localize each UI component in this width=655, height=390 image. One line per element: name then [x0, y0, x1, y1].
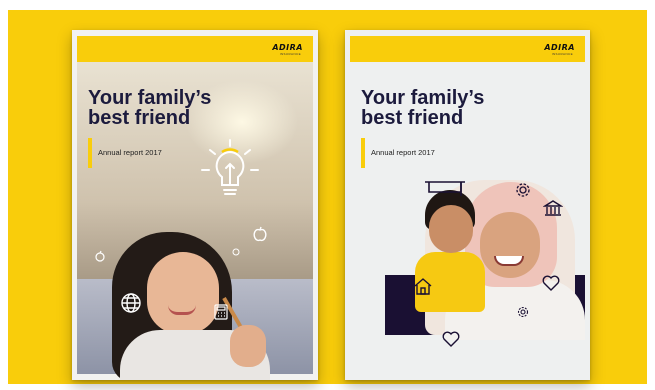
- small-apple-icon: [95, 250, 105, 262]
- cover-top-bar: ADIRA INSURANCE: [350, 36, 585, 62]
- cover-title-line-1: Your family’s: [361, 87, 485, 109]
- cover-title-line-2: best friend: [88, 107, 191, 129]
- adira-logo-sub: INSURANCE: [279, 52, 301, 56]
- cover-title-line-1: Your family’s: [88, 87, 212, 109]
- cover-title: Your family’s best friend: [88, 88, 211, 128]
- apple-icon: [253, 226, 267, 242]
- girl-face: [147, 252, 219, 334]
- heart-icon: [542, 275, 560, 291]
- subtitle-accent-bar: [361, 138, 365, 168]
- lightbulb-icon: [201, 139, 259, 195]
- small-heart-icon: [442, 331, 460, 347]
- cover-top-bar: ADIRA INSURANCE: [77, 36, 313, 62]
- subtitle-accent-bar: [88, 138, 92, 168]
- adira-logo-sub: INSURANCE: [551, 52, 573, 56]
- small-dot-icon: [232, 248, 240, 256]
- annual-report-cover-photo: ADIRA INSURANCE Your family’s best frien…: [72, 30, 318, 380]
- boy-face: [429, 205, 473, 253]
- gear-icon: [516, 183, 530, 197]
- bank-icon: [543, 200, 563, 216]
- globe-icon: [121, 293, 141, 313]
- cover-subtitle: Annual report 2017: [98, 148, 162, 157]
- cover-title: Your family’s best friend: [361, 88, 484, 128]
- mother-face: [480, 212, 540, 278]
- girl-hand: [230, 325, 266, 367]
- small-gear-icon: [517, 306, 529, 318]
- cover-title-line-2: best friend: [361, 107, 464, 129]
- adira-logo: ADIRA: [544, 43, 575, 52]
- adira-logo: ADIRA: [272, 43, 303, 52]
- calculator-icon: [214, 304, 228, 320]
- graduation-cap-icon: [425, 181, 465, 196]
- annual-report-cover-illustration: ADIRA INSURANCE Your family’s best frien…: [345, 30, 590, 380]
- cover-subtitle: Annual report 2017: [371, 148, 435, 157]
- house-icon: [414, 278, 432, 295]
